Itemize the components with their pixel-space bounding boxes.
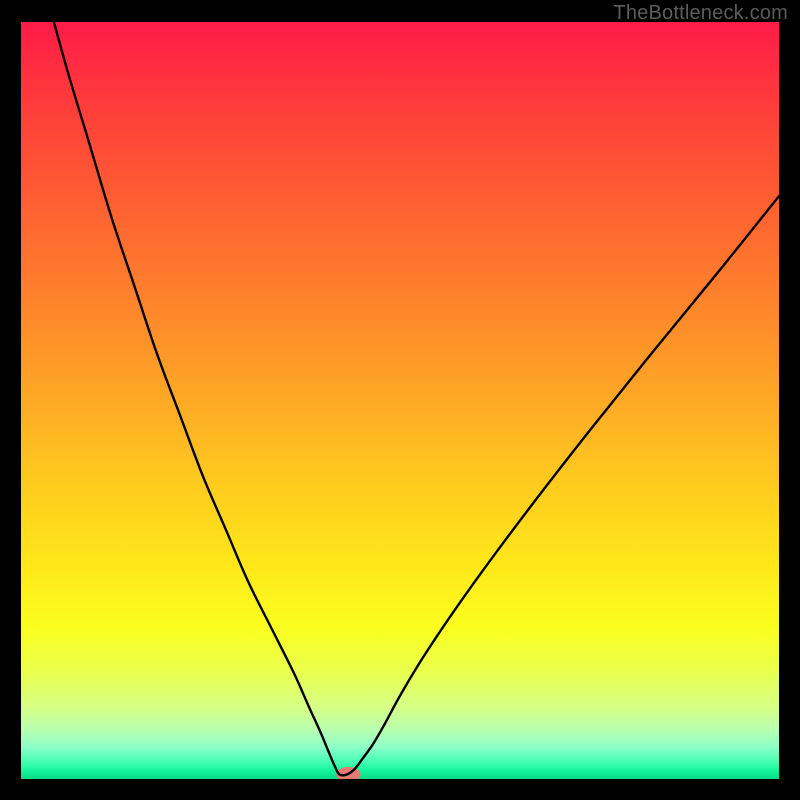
plot-area (21, 22, 779, 779)
attribution-text: TheBottleneck.com (613, 2, 788, 25)
chart-svg (21, 22, 779, 779)
chart-frame: TheBottleneck.com (0, 0, 800, 800)
gradient-background (21, 22, 779, 779)
